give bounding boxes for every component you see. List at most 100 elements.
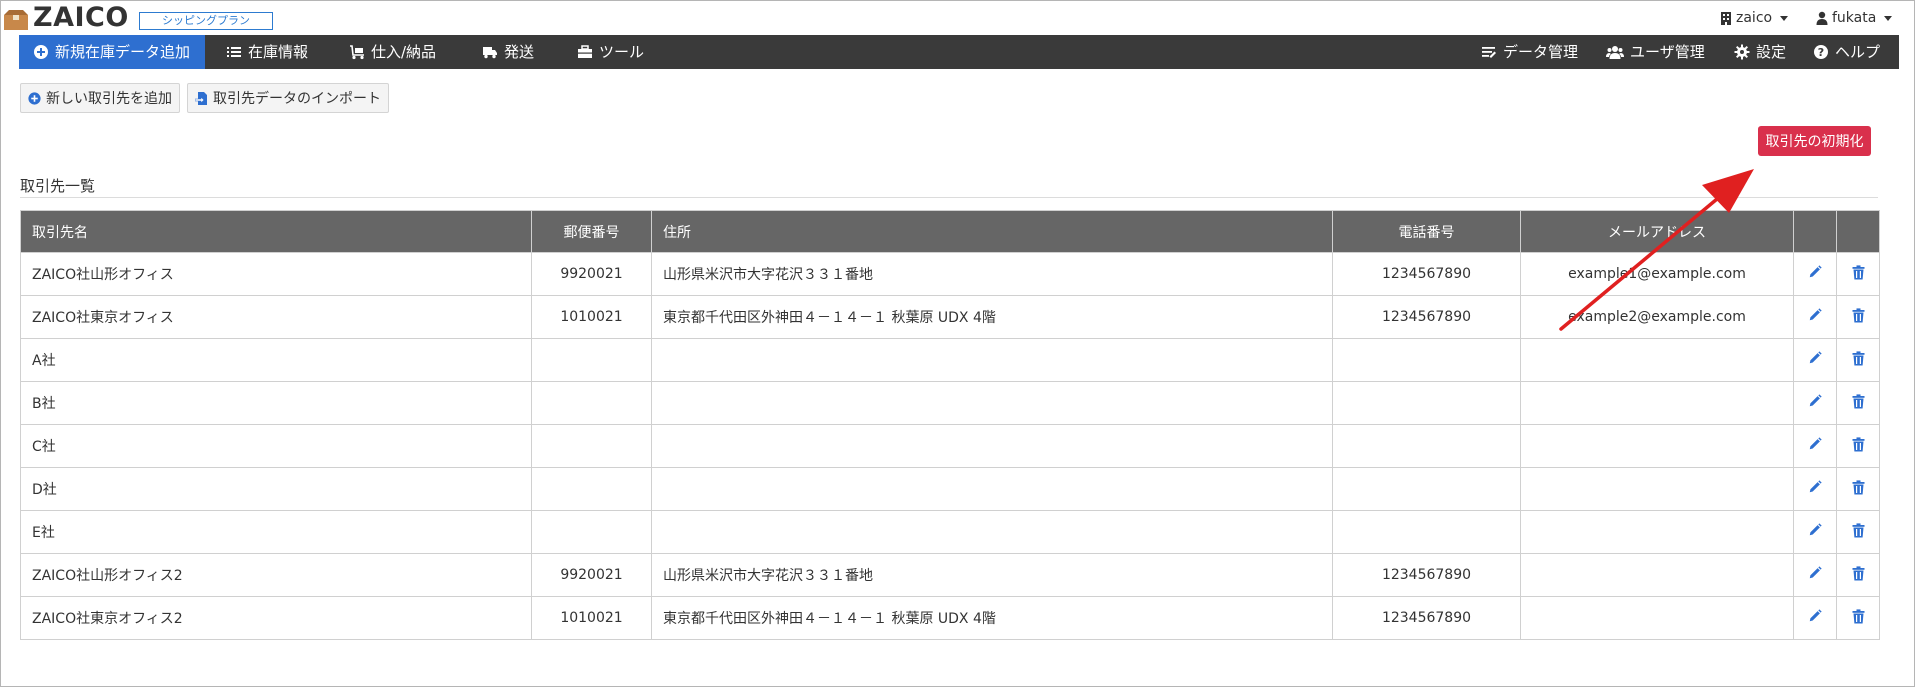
table-row[interactable]: C社 — [20, 424, 1880, 468]
cell-phone: 1234567890 — [1332, 252, 1521, 296]
pencil-icon — [1808, 609, 1822, 627]
col-header-phone[interactable]: 電話番号 — [1332, 210, 1521, 253]
table-row[interactable]: ZAICO社東京オフィス2 1010021 東京都千代田区外神田４－１４－１ 秋葉原… — [20, 596, 1880, 640]
pencil-icon — [1808, 437, 1822, 455]
nav-shipping[interactable]: 発送 — [482, 35, 534, 69]
cell-partner-name: E社 — [20, 510, 532, 554]
delete-button[interactable] — [1836, 467, 1880, 511]
col-header-name[interactable]: 取引先名 — [20, 210, 532, 253]
cell-email — [1520, 381, 1794, 425]
cell-zip — [531, 424, 652, 468]
cell-partner-name: B社 — [20, 381, 532, 425]
table-row[interactable]: ZAICO社山形オフィス2 9920021 山形県米沢市大字花沢３３１番地 12345… — [20, 553, 1880, 597]
delete-button[interactable] — [1836, 510, 1880, 554]
partner-table: 取引先名 郵便番号 住所 電話番号 メールアドレス ZAICO社山形オフィス 99… — [20, 210, 1880, 640]
trash-icon — [1852, 264, 1865, 284]
add-partner-button[interactable]: 新しい取引先を追加 — [20, 83, 180, 113]
pencil-icon — [1808, 523, 1822, 541]
edit-button[interactable] — [1793, 510, 1837, 554]
cell-phone — [1332, 381, 1521, 425]
import-partner-label: 取引先データのインポート — [213, 91, 381, 107]
list-icon — [227, 47, 241, 57]
delete-button[interactable] — [1836, 252, 1880, 296]
pencil-icon — [1808, 480, 1822, 498]
reset-partners-button[interactable]: 取引先の初期化 — [1758, 126, 1871, 156]
nav-stock-info[interactable]: 在庫情報 — [226, 35, 308, 69]
edit-button[interactable] — [1793, 467, 1837, 511]
edit-button[interactable] — [1793, 338, 1837, 382]
cell-zip — [531, 381, 652, 425]
table-row[interactable]: E社 — [20, 510, 1880, 554]
cell-address — [651, 467, 1333, 511]
cell-address — [651, 381, 1333, 425]
edit-button[interactable] — [1793, 596, 1837, 640]
delete-button[interactable] — [1836, 553, 1880, 597]
cell-email: example1@example.com — [1520, 252, 1794, 296]
cell-email: example2@example.com — [1520, 295, 1794, 339]
cell-partner-name: D社 — [20, 467, 532, 511]
col-header-address[interactable]: 住所 — [651, 210, 1333, 253]
delete-button[interactable] — [1836, 295, 1880, 339]
cell-phone: 1234567890 — [1332, 295, 1521, 339]
user-menu[interactable]: fukata — [1816, 10, 1893, 26]
gear-icon — [1734, 44, 1750, 60]
table-row[interactable]: ZAICO社山形オフィス 9920021 山形県米沢市大字花沢３３１番地 123456… — [20, 252, 1880, 296]
col-header-zip[interactable]: 郵便番号 — [531, 210, 652, 253]
main-navbar: 新規在庫データ追加 在庫情報 仕入/納品 発送 ツール データ管理 ユーザ管理 … — [19, 35, 1899, 69]
edit-button[interactable] — [1793, 295, 1837, 339]
delete-button[interactable] — [1836, 596, 1880, 640]
nav-tools[interactable]: ツール — [577, 35, 644, 69]
nav-new-stock[interactable]: 新規在庫データ追加 — [19, 35, 205, 69]
table-row[interactable]: D社 — [20, 467, 1880, 511]
table-row[interactable]: A社 — [20, 338, 1880, 382]
pencil-icon — [1808, 265, 1822, 283]
edit-button[interactable] — [1793, 424, 1837, 468]
company-name: zaico — [1736, 10, 1773, 26]
nav-label: 発送 — [504, 43, 535, 61]
cell-phone — [1332, 338, 1521, 382]
import-partner-button[interactable]: 取引先データのインポート — [187, 83, 389, 113]
edit-button[interactable] — [1793, 252, 1837, 296]
trash-icon — [1852, 307, 1865, 327]
nav-purchase[interactable]: 仕入/納品 — [349, 35, 436, 69]
chevron-down-icon — [1780, 15, 1789, 21]
trash-icon — [1852, 522, 1865, 542]
cell-zip: 9920021 — [531, 252, 652, 296]
col-header-email[interactable]: メールアドレス — [1520, 210, 1794, 253]
nav-label: データ管理 — [1503, 43, 1579, 61]
nav-label: ヘルプ — [1835, 43, 1881, 61]
table-row[interactable]: ZAICO社東京オフィス 1010021 東京都千代田区外神田４－１４－１ 秋葉原 … — [20, 295, 1880, 339]
cell-email — [1520, 553, 1794, 597]
plus-circle-icon — [34, 45, 48, 59]
nav-data-management[interactable]: データ管理 — [1481, 35, 1578, 69]
top-header: ZAICO シッピングプラン zaico fukata — [1, 1, 1914, 35]
file-import-icon — [195, 91, 207, 105]
cell-phone: 1234567890 — [1332, 553, 1521, 597]
plus-circle-icon — [28, 91, 41, 105]
delete-button[interactable] — [1836, 338, 1880, 382]
nav-settings[interactable]: 設定 — [1734, 35, 1786, 69]
app-logo[interactable]: ZAICO — [33, 2, 129, 33]
cell-email — [1520, 596, 1794, 640]
nav-help[interactable]: ? ヘルプ — [1813, 35, 1880, 69]
cell-address — [651, 510, 1333, 554]
cell-address — [651, 424, 1333, 468]
table-row[interactable]: B社 — [20, 381, 1880, 425]
delete-button[interactable] — [1836, 381, 1880, 425]
cell-zip: 1010021 — [531, 295, 652, 339]
cell-partner-name: C社 — [20, 424, 532, 468]
cell-partner-name: ZAICO社東京オフィス — [20, 295, 532, 339]
user-icon — [1816, 11, 1828, 25]
company-menu[interactable]: zaico — [1720, 10, 1789, 26]
delete-button[interactable] — [1836, 424, 1880, 468]
cell-zip — [531, 467, 652, 511]
add-partner-label: 新しい取引先を追加 — [46, 91, 172, 107]
nav-user-management[interactable]: ユーザ管理 — [1606, 35, 1705, 69]
trash-icon — [1852, 565, 1865, 585]
cell-partner-name: ZAICO社山形オフィス — [20, 252, 532, 296]
edit-button[interactable] — [1793, 553, 1837, 597]
edit-button[interactable] — [1793, 381, 1837, 425]
trash-icon — [1852, 436, 1865, 456]
cell-zip — [531, 510, 652, 554]
trash-icon — [1852, 350, 1865, 370]
